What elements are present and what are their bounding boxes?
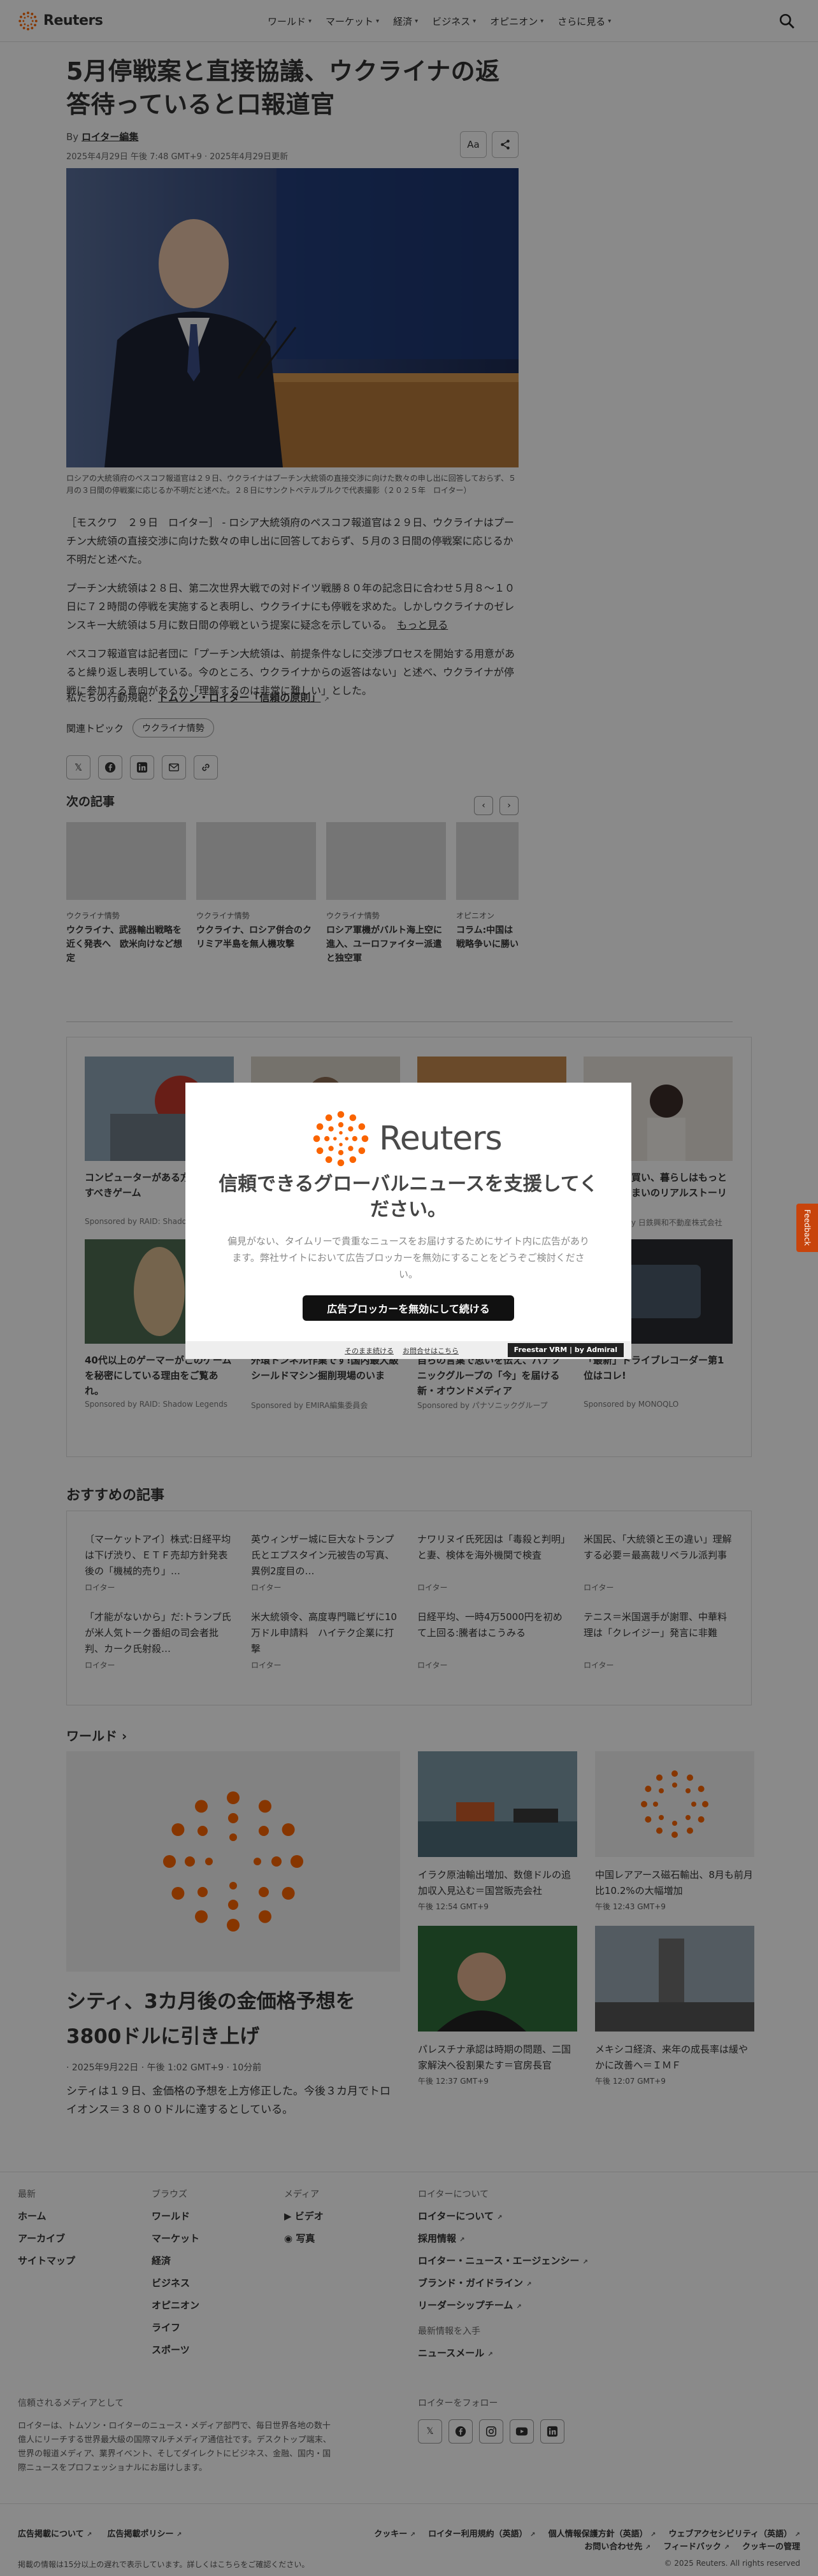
reuters-logo-icon (313, 1111, 369, 1167)
continue-anyway-link[interactable]: そのまま続ける (345, 1346, 394, 1356)
modal-text: 偏見がない、タイムリーで貴重なニュースをお届けするためにサイト内に広告があります… (227, 1235, 590, 1280)
modal-logo: Reuters (312, 1109, 503, 1168)
disable-adblock-button[interactable]: 広告ブロッカーを無効にして続ける (303, 1295, 514, 1321)
modal-footer: そのまま続ける お問合せはこちら Freestar VRM | by Admir… (185, 1341, 631, 1359)
contact-link[interactable]: お問合せはこちら (403, 1346, 459, 1356)
feedback-tab[interactable]: Feedback (796, 1204, 818, 1252)
adblock-modal: Reuters 信頼できるグローバルニュースを支援してください。 偏見がない、タ… (185, 1083, 631, 1359)
modal-logo-text: Reuters (379, 1120, 503, 1158)
admiral-brand: Freestar VRM | by Admiral (507, 1343, 624, 1357)
modal-title: 信頼できるグローバルニュースを支援してください。 (219, 1173, 598, 1221)
page: Reuters ワールド ▾ マーケット ▾ 経済 ▾ ビジネス ▾ オピニオン ▾ さら… (0, 0, 818, 2576)
